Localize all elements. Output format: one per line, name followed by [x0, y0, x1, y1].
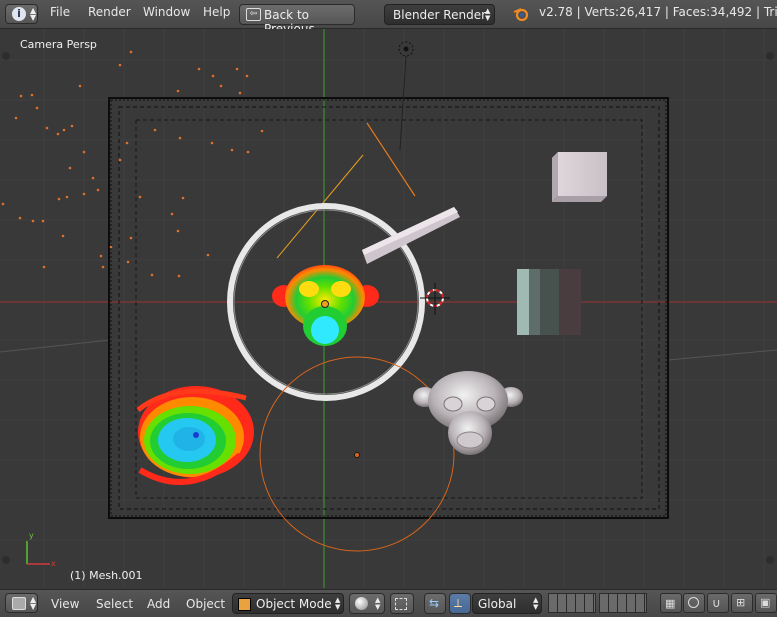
- viewport-scene[interactable]: y x: [0, 29, 777, 588]
- snap-element-icon: ⊞: [736, 596, 746, 609]
- menu-object[interactable]: Object: [186, 597, 225, 611]
- proportional-edit-button[interactable]: [683, 593, 705, 613]
- shading-sphere-icon: [355, 597, 368, 610]
- chevron-updown-icon: ▲ ▼: [533, 596, 539, 611]
- lamp-origin-dot: [354, 452, 360, 458]
- menu-help[interactable]: Help: [203, 5, 230, 19]
- svg-text:x: x: [51, 559, 56, 568]
- 3d-view-header: ▲ ▼ View Select Add Object Object Mode ▲ ▼…: [0, 589, 777, 617]
- horizon-line-left: [0, 339, 111, 353]
- render-engine-label: Blender Render: [393, 8, 487, 22]
- pivot-icon: [395, 598, 407, 610]
- silver-monkey-mesh[interactable]: [413, 371, 523, 455]
- spot-lamp-line: [366, 122, 416, 197]
- menu-select[interactable]: Select: [96, 597, 133, 611]
- render-icon: ▣: [760, 596, 771, 609]
- transform-axis-icon: ⟂: [454, 596, 463, 610]
- orientation-label: Global: [478, 597, 517, 611]
- proportional-circle-icon: [688, 597, 699, 608]
- chevron-updown-icon: ▲ ▼: [30, 6, 37, 22]
- snap-toggle-button[interactable]: ∪: [707, 593, 729, 613]
- lamp-object[interactable]: [398, 41, 414, 151]
- chevron-updown-icon: ▲ ▼: [30, 595, 37, 611]
- layer-grid-2[interactable]: [599, 593, 647, 613]
- rainbow-monkey-mesh[interactable]: [272, 265, 379, 346]
- manipulator-icon: ⇆: [429, 596, 440, 610]
- chevron-updown-icon: ▲ ▼: [335, 596, 341, 611]
- back-to-previous-button[interactable]: ⇦ Back to Previous: [239, 4, 355, 36]
- region-corner-widgets[interactable]: [2, 52, 774, 564]
- 3d-view-icon: [12, 597, 26, 610]
- chevron-updown-icon: ▲ ▼: [485, 7, 491, 22]
- rainbow-sphere-mesh[interactable]: [136, 386, 254, 485]
- manipulator-toggle-button[interactable]: ⇆: [424, 593, 446, 614]
- 3d-viewport[interactable]: y x Camera Persp (1) Mesh.001: [0, 29, 777, 588]
- layer-grid-1[interactable]: [548, 593, 596, 613]
- svg-text:y: y: [29, 531, 34, 540]
- magnet-icon: ∪: [712, 596, 721, 610]
- object-mode-cube-icon: [238, 598, 251, 611]
- particle-points: [1, 50, 264, 278]
- top-header: i ▲▼ File Render Window Help ⇦ Back to P…: [0, 0, 777, 36]
- transform-orientation-dropdown[interactable]: Global ▲ ▼: [472, 593, 542, 614]
- snap-element-button[interactable]: ⊞: [731, 593, 753, 613]
- back-arrow-icon: ⇦: [246, 8, 261, 21]
- viewport-shading-dropdown[interactable]: ▲ ▼: [349, 593, 385, 614]
- camera-lock-icon: ▦: [665, 597, 676, 610]
- menu-view[interactable]: View: [51, 597, 79, 611]
- view-name-label: Camera Persp: [20, 38, 97, 51]
- menu-add[interactable]: Add: [147, 597, 170, 611]
- render-preview-button[interactable]: ▣: [755, 593, 777, 613]
- viewport-grid: [0, 29, 777, 588]
- transform-manipulator-button[interactable]: ⟂: [449, 593, 471, 614]
- editor-type-info-button[interactable]: i ▲ ▼: [5, 4, 38, 24]
- menu-file[interactable]: File: [50, 5, 70, 19]
- lock-camera-button[interactable]: ▦: [660, 593, 682, 613]
- menu-window[interactable]: Window: [143, 5, 190, 19]
- editor-type-3d-view-button[interactable]: ▲ ▼: [5, 593, 38, 613]
- blender-logo-icon: [513, 8, 529, 21]
- render-engine-dropdown[interactable]: Blender Render ▲ ▼: [384, 4, 495, 25]
- active-object-label: (1) Mesh.001: [70, 569, 143, 582]
- scene-stats: v2.78 | Verts:26,417 | Faces:34,492 | Tr…: [539, 5, 777, 19]
- axis-gizmo: y x: [26, 531, 56, 568]
- mode-label: Object Mode: [256, 597, 332, 611]
- chevron-updown-icon: ▲ ▼: [375, 596, 381, 611]
- layer-buttons[interactable]: [548, 593, 676, 613]
- interaction-mode-dropdown[interactable]: Object Mode ▲ ▼: [232, 593, 344, 614]
- menu-render[interactable]: Render: [88, 5, 131, 19]
- cube-mesh[interactable]: [552, 152, 607, 202]
- box-mesh[interactable]: [517, 269, 581, 335]
- info-icon: i: [12, 7, 26, 21]
- pivot-point-dropdown[interactable]: [390, 593, 414, 614]
